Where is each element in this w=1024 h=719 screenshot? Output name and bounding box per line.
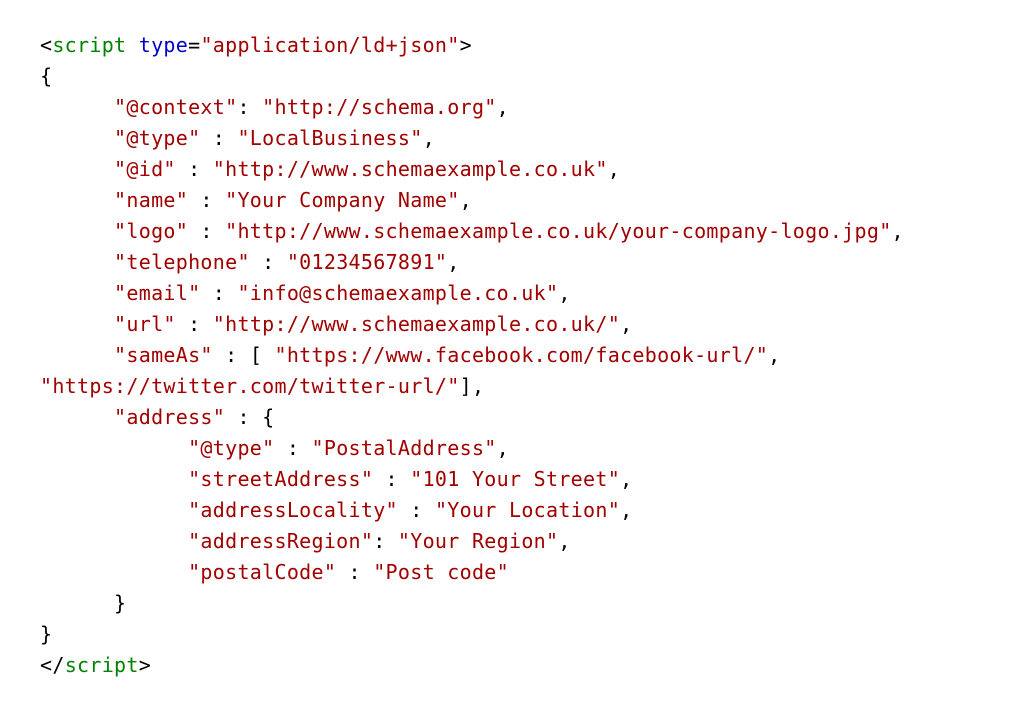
comma: , [497, 436, 509, 460]
array-close: ] [460, 374, 472, 398]
comma: , [620, 498, 632, 522]
key-logo: "logo" [114, 219, 188, 243]
val-url: "http://www.schemaexample.co.uk/" [213, 312, 620, 336]
indent [40, 529, 188, 553]
comma: , [608, 157, 620, 181]
colon: : [200, 126, 225, 150]
brace-open: { [40, 64, 52, 88]
indent [40, 95, 114, 119]
colon: : [398, 498, 423, 522]
brace-open: { [262, 405, 274, 429]
key-locality: "addressLocality" [188, 498, 398, 522]
brace-close: } [40, 622, 52, 646]
key-telephone: "telephone" [114, 250, 250, 274]
tag-close: script [65, 653, 139, 677]
val-locality: "Your Location" [435, 498, 620, 522]
indent [40, 126, 114, 150]
key-type: "@type" [114, 126, 200, 150]
val-region: "Your Region" [398, 529, 558, 553]
angle-open: < [40, 33, 52, 57]
comma: , [892, 219, 904, 243]
comma: , [620, 467, 632, 491]
colon: : [188, 219, 213, 243]
colon: : [176, 157, 201, 181]
comma: , [447, 250, 459, 274]
key-id: "@id" [114, 157, 176, 181]
indent [40, 343, 114, 367]
indent [40, 591, 114, 615]
indent [40, 281, 114, 305]
slash: / [52, 653, 64, 677]
val-sameas2: "https://twitter.com/twitter-url/" [40, 374, 460, 398]
angle-close: > [139, 653, 151, 677]
indent [40, 219, 114, 243]
colon: : [188, 188, 213, 212]
val-email: "info@schemaexample.co.uk" [237, 281, 558, 305]
val-telephone: "01234567891" [287, 250, 447, 274]
colon: : [336, 560, 361, 584]
colon: : [176, 312, 201, 336]
val-street: "101 Your Street" [410, 467, 620, 491]
angle-close: > [460, 33, 472, 57]
indent [40, 250, 114, 274]
key-region: "addressRegion" [188, 529, 373, 553]
attr-type-value: "application/ld+json" [200, 33, 459, 57]
angle-open: < [40, 653, 52, 677]
colon: : [213, 343, 238, 367]
comma: , [620, 312, 632, 336]
attr-type: type [139, 33, 188, 57]
key-sameas: "sameAs" [114, 343, 213, 367]
comma: , [423, 126, 435, 150]
key-address: "address" [114, 405, 225, 429]
colon: : [373, 529, 385, 553]
colon: : [237, 95, 249, 119]
val-postal: "Post code" [373, 560, 509, 584]
indent [40, 157, 114, 181]
indent [40, 312, 114, 336]
key-email: "email" [114, 281, 200, 305]
comma: , [497, 95, 509, 119]
indent [40, 436, 188, 460]
code-block: <script type="application/ld+json"> { "@… [40, 30, 984, 681]
colon: : [250, 250, 275, 274]
key-name: "name" [114, 188, 188, 212]
comma: , [460, 188, 472, 212]
val-addr-type: "PostalAddress" [312, 436, 497, 460]
comma: , [558, 529, 570, 553]
indent [40, 560, 188, 584]
comma: , [558, 281, 570, 305]
comma: , [768, 343, 780, 367]
key-url: "url" [114, 312, 176, 336]
val-sameas1: "https://www.facebook.com/facebook-url/" [275, 343, 769, 367]
brace-close: } [114, 591, 126, 615]
indent [40, 498, 188, 522]
key-postal: "postalCode" [188, 560, 336, 584]
indent [40, 467, 188, 491]
val-type: "LocalBusiness" [237, 126, 422, 150]
key-street: "streetAddress" [188, 467, 373, 491]
val-context: "http://schema.org" [262, 95, 496, 119]
val-logo: "http://www.schemaexample.co.uk/your-com… [225, 219, 891, 243]
tag-open: script [52, 33, 126, 57]
colon: : [274, 436, 299, 460]
colon: : [225, 405, 250, 429]
colon: : [373, 467, 398, 491]
array-open: [ [250, 343, 275, 367]
comma: , [472, 374, 484, 398]
val-id: "http://www.schemaexample.co.uk" [213, 157, 608, 181]
key-addr-type: "@type" [188, 436, 274, 460]
equals: = [188, 33, 200, 57]
val-name: "Your Company Name" [225, 188, 459, 212]
key-context: "@context" [114, 95, 237, 119]
indent [40, 405, 114, 429]
colon: : [200, 281, 225, 305]
indent [40, 188, 114, 212]
